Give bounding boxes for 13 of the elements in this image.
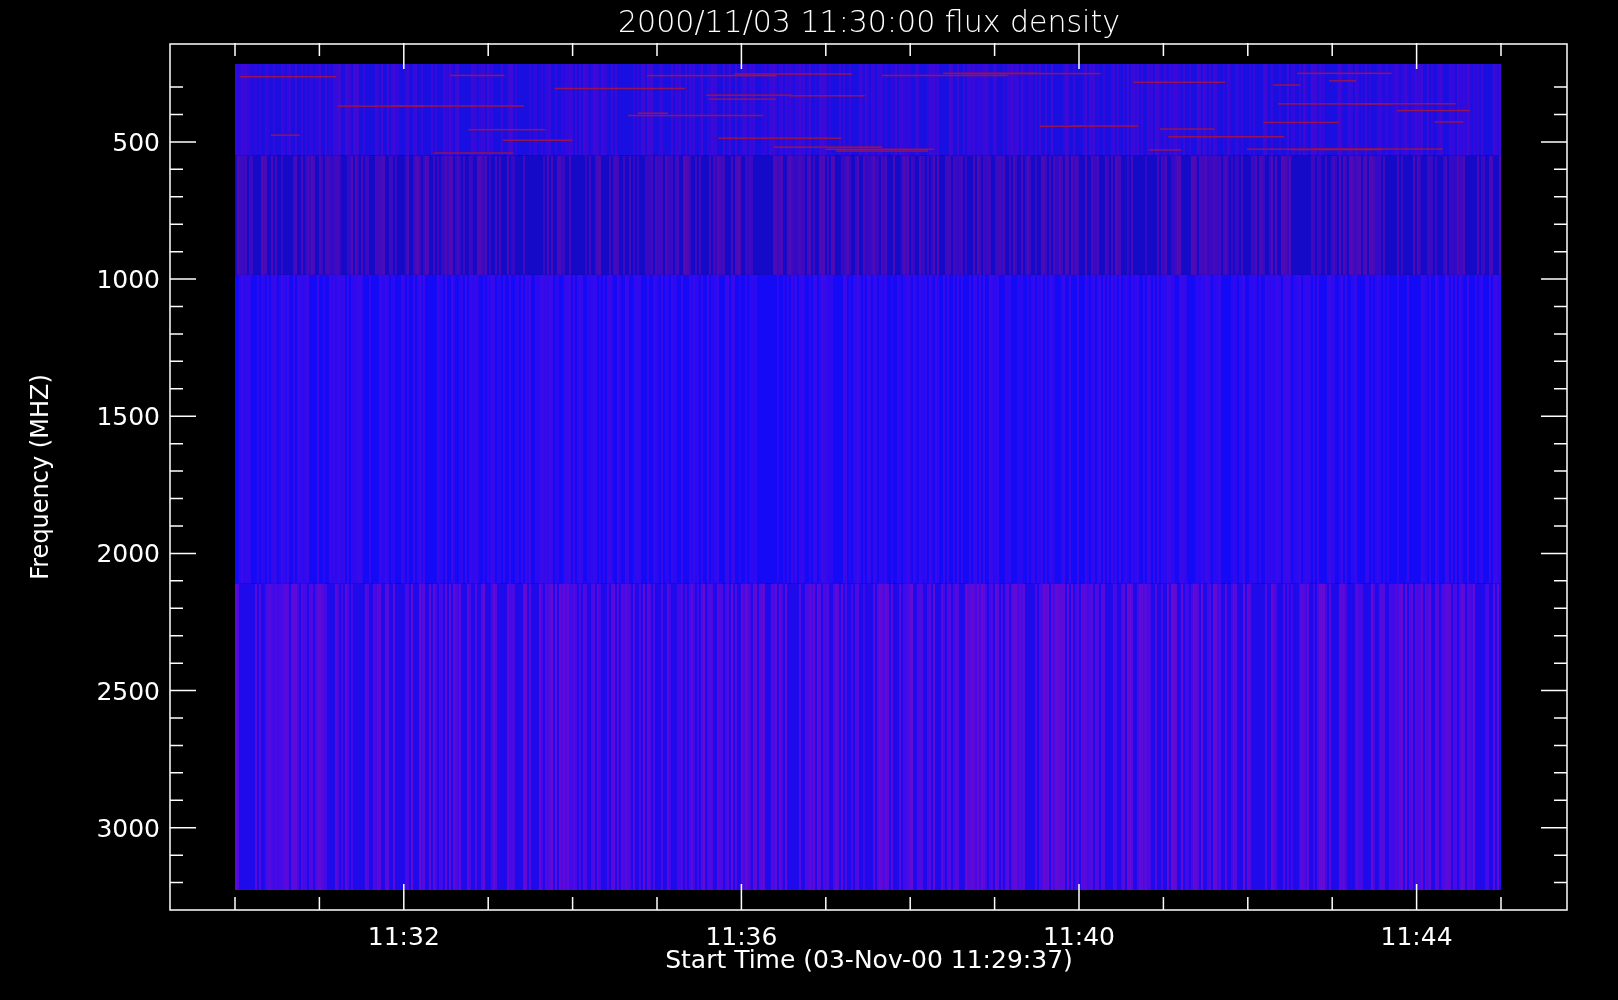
y-tick-label: 2500: [96, 676, 160, 706]
y-tick-label: 500: [112, 127, 160, 157]
x-tick-label: 11:40: [1043, 922, 1115, 945]
x-axis-label: Start Time (03-Nov-00 11:29:37): [665, 945, 1073, 976]
y-tick-label: 1000: [96, 265, 160, 295]
x-tick-label: 11:32: [367, 922, 440, 945]
y-tick-label: 3000: [96, 813, 160, 843]
chart-title: 2000/11/03 11:30:00 flux density: [618, 4, 1120, 39]
x-tick-label: 11:44: [1380, 922, 1453, 945]
x-tick-label: 11:36: [705, 922, 778, 945]
y-axis-label: Frequency (MHZ): [26, 373, 54, 580]
y-tick-label: 1500: [96, 402, 160, 432]
y-tick-label: 2000: [96, 539, 160, 569]
